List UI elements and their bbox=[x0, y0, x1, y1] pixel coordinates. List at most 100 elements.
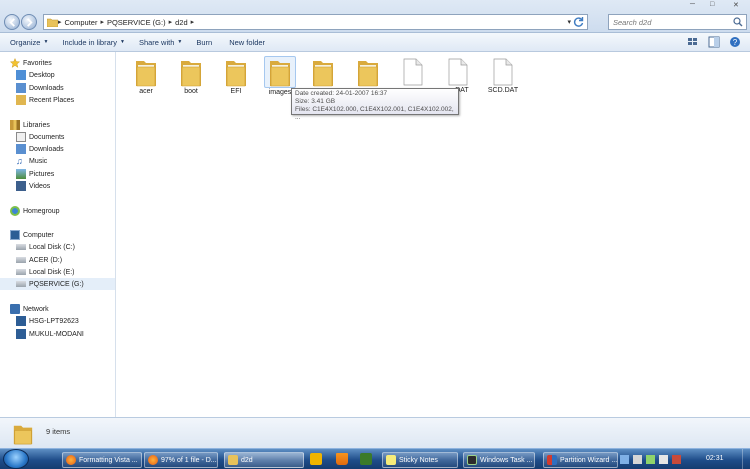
start-button[interactable] bbox=[3, 449, 29, 469]
partition-wizard-icon bbox=[547, 455, 557, 465]
folder-item-acer[interactable]: acer bbox=[125, 57, 167, 95]
svg-text:?: ? bbox=[733, 38, 738, 47]
nav-item-music[interactable]: ♫ Music bbox=[16, 155, 131, 167]
include-label: Include in library bbox=[62, 37, 117, 47]
nav-item-videos[interactable]: Videos bbox=[16, 180, 131, 192]
address-field[interactable]: ▸ Computer ▸ PQSERVICE (G:) ▸ d2d ▸ ▾ bbox=[43, 14, 588, 30]
folder-item-6[interactable] bbox=[347, 57, 389, 88]
media-player-icon[interactable] bbox=[310, 453, 322, 465]
back-button[interactable] bbox=[4, 14, 20, 30]
nav-label: Documents bbox=[29, 133, 65, 141]
vlc-icon[interactable] bbox=[336, 453, 348, 465]
taskbar-button-sticky-notes[interactable]: Sticky Notes bbox=[382, 452, 458, 468]
documents-icon bbox=[16, 132, 26, 142]
file-name: acer bbox=[139, 88, 153, 95]
folder-item-efi[interactable]: EFI bbox=[215, 57, 257, 95]
burn-button[interactable]: Burn bbox=[196, 38, 212, 47]
nav-item-documents[interactable]: Documents bbox=[16, 131, 131, 143]
help-icon[interactable]: ? bbox=[729, 36, 742, 48]
nav-item-mukul-modani[interactable]: MUKUL-MODANI bbox=[16, 328, 131, 340]
nav-network-header[interactable]: Network bbox=[10, 303, 125, 315]
firefox-icon bbox=[148, 455, 158, 465]
task-manager-icon bbox=[467, 455, 477, 465]
breadcrumb-d2d[interactable]: d2d bbox=[175, 18, 188, 27]
app-icon[interactable] bbox=[360, 453, 372, 465]
nav-computer-header[interactable]: Computer bbox=[10, 229, 125, 241]
nav-label: Videos bbox=[29, 182, 51, 190]
folder-icon bbox=[125, 57, 167, 87]
file-item-scd-dat[interactable]: SCD.DAT bbox=[482, 58, 524, 94]
file-item-7[interactable] bbox=[392, 58, 434, 87]
computer-icon bbox=[16, 316, 26, 326]
search-input[interactable] bbox=[609, 15, 729, 29]
network-icon bbox=[10, 304, 20, 314]
navigation-pane: Favorites Desktop Downloads Recent Place… bbox=[0, 52, 116, 417]
minimize-icon[interactable]: ─ bbox=[690, 1, 695, 8]
refresh-icon[interactable] bbox=[573, 16, 585, 28]
taskbar-button-partition-wizard[interactable]: Partition Wizard ... bbox=[543, 452, 618, 468]
nav-label: Pictures bbox=[29, 170, 55, 178]
chevron-down-icon: ▼ bbox=[43, 39, 49, 45]
folder-icon bbox=[264, 56, 296, 88]
nav-item-recent-places[interactable]: Recent Places bbox=[16, 94, 131, 106]
homegroup-icon bbox=[10, 206, 20, 216]
battery-icon[interactable] bbox=[646, 455, 655, 464]
nav-item-pqservice-g[interactable]: PQSERVICE (G:) bbox=[0, 278, 115, 290]
nav-item-acer-d[interactable]: ACER (D:) bbox=[16, 254, 131, 266]
show-desktop-button[interactable] bbox=[742, 449, 750, 469]
view-options-icon[interactable] bbox=[687, 36, 700, 48]
folder-item-boot[interactable]: boot bbox=[170, 57, 212, 95]
clock[interactable]: 02:31 bbox=[706, 455, 724, 462]
chevron-down-icon[interactable]: ▾ bbox=[567, 18, 571, 26]
forward-button[interactable] bbox=[21, 14, 37, 30]
chevron-right-icon: ▸ bbox=[190, 19, 195, 26]
folder-item-5[interactable] bbox=[302, 57, 344, 88]
close-icon[interactable]: ✕ bbox=[733, 1, 739, 9]
nav-label: Music bbox=[29, 157, 48, 165]
nav-libraries-header[interactable]: Libraries bbox=[10, 119, 125, 131]
taskbar-button-firefox-formatting[interactable]: Formatting Vista ... bbox=[62, 452, 142, 468]
nav-item-local-disk-e[interactable]: Local Disk (E:) bbox=[16, 266, 131, 278]
nav-homegroup[interactable]: Homegroup bbox=[10, 205, 125, 217]
tray-app-icon[interactable] bbox=[672, 455, 681, 464]
nav-item-downloads[interactable]: Downloads bbox=[16, 82, 131, 94]
nav-label: Favorites bbox=[23, 59, 52, 67]
breadcrumb-computer[interactable]: Computer bbox=[65, 18, 98, 27]
firefox-icon bbox=[66, 455, 76, 465]
nav-label: Network bbox=[23, 305, 49, 313]
taskbar-button-d2d[interactable]: d2d bbox=[224, 452, 304, 468]
nav-item-pictures[interactable]: Pictures bbox=[16, 168, 131, 180]
nav-item-hsg-lpt92623[interactable]: HSG-LPT92623 bbox=[16, 315, 131, 327]
system-tray bbox=[620, 452, 681, 467]
nav-label: Local Disk (E:) bbox=[29, 268, 75, 276]
nav-favorites-header[interactable]: Favorites bbox=[9, 57, 125, 69]
folder-icon bbox=[13, 425, 33, 445]
taskbar-label: Partition Wizard ... bbox=[560, 456, 618, 464]
nav-item-lib-downloads[interactable]: Downloads bbox=[16, 143, 131, 155]
nav-label: Computer bbox=[23, 231, 54, 239]
preview-pane-icon[interactable] bbox=[708, 36, 721, 48]
share-with-menu[interactable]: Share with ▼ bbox=[139, 38, 182, 47]
include-in-library-menu[interactable]: Include in library ▼ bbox=[62, 38, 125, 47]
folder-icon bbox=[347, 57, 389, 87]
action-center-icon[interactable] bbox=[659, 455, 668, 464]
maximize-icon[interactable]: □ bbox=[710, 1, 714, 8]
nav-item-local-disk-c[interactable]: Local Disk (C:) bbox=[16, 241, 131, 253]
volume-icon[interactable] bbox=[633, 455, 642, 464]
pictures-icon bbox=[16, 169, 26, 179]
folder-icon bbox=[170, 57, 212, 87]
folder-icon bbox=[215, 57, 257, 87]
new-folder-button[interactable]: New folder bbox=[229, 38, 265, 47]
organize-menu[interactable]: Organize ▼ bbox=[10, 38, 48, 47]
folder-icon bbox=[228, 455, 238, 465]
search-field[interactable] bbox=[608, 14, 747, 30]
breadcrumb-pqservice[interactable]: PQSERVICE (G:) bbox=[107, 18, 166, 27]
taskbar-button-firefox-download[interactable]: 97% of 1 file - D... bbox=[144, 452, 218, 468]
nav-label: HSG-LPT92623 bbox=[29, 317, 79, 325]
nav-item-desktop[interactable]: Desktop bbox=[16, 69, 131, 81]
network-status-icon[interactable] bbox=[620, 455, 629, 464]
document-icon bbox=[482, 58, 524, 86]
taskbar-button-task-manager[interactable]: Windows Task ... bbox=[463, 452, 535, 468]
chevron-down-icon: ▼ bbox=[120, 39, 125, 45]
search-icon[interactable] bbox=[733, 17, 743, 27]
